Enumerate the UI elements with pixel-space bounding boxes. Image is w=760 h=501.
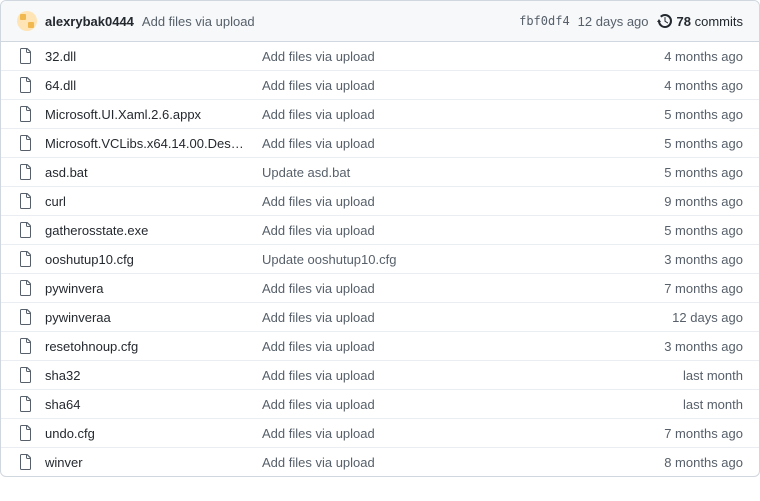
file-name-link[interactable]: Microsoft.VCLibs.x64.14.00.Desktop.a... <box>45 136 250 151</box>
file-age: 5 months ago <box>664 165 743 180</box>
commit-age: 12 days ago <box>578 14 649 29</box>
commits-link[interactable]: 78 commits <box>657 13 743 29</box>
file-name-link[interactable]: 64.dll <box>45 78 250 93</box>
avatar[interactable] <box>17 11 37 31</box>
table-row: 32.dll Add files via upload 4 months ago <box>1 42 759 70</box>
file-icon <box>17 280 33 296</box>
file-commit-message[interactable]: Add files via upload <box>262 426 652 441</box>
file-name-link[interactable]: pywinveraa <box>45 310 250 325</box>
history-icon <box>657 13 673 29</box>
file-icon <box>17 367 33 383</box>
file-name-link[interactable]: asd.bat <box>45 165 250 180</box>
file-age: 12 days ago <box>672 310 743 325</box>
file-commit-message[interactable]: Add files via upload <box>262 368 671 383</box>
commit-message-link[interactable]: Add files via upload <box>142 14 255 29</box>
table-row: gatherosstate.exe Add files via upload 5 m… <box>1 215 759 244</box>
file-list-panel: alexrybak0444 Add files via upload fbf0d… <box>0 0 760 477</box>
table-row: sha64 Add files via upload last month <box>1 389 759 418</box>
table-row: Microsoft.UI.Xaml.2.6.appx Add files via … <box>1 99 759 128</box>
file-name-link[interactable]: Microsoft.UI.Xaml.2.6.appx <box>45 107 250 122</box>
file-name-link[interactable]: undo.cfg <box>45 426 250 441</box>
file-commit-message[interactable]: Add files via upload <box>262 223 652 238</box>
table-row: curl Add files via upload 9 months ago <box>1 186 759 215</box>
table-row: 64.dll Add files via upload 4 months ago <box>1 70 759 99</box>
file-age: 4 months ago <box>664 49 743 64</box>
file-rows: 32.dllAdd files via upload4 months ago64… <box>1 42 759 476</box>
table-row: winver Add files via upload 8 months ago <box>1 447 759 476</box>
author-link[interactable]: alexrybak0444 <box>45 14 134 29</box>
file-commit-message[interactable]: Add files via upload <box>262 455 652 470</box>
file-icon <box>17 425 33 441</box>
table-row: resetohnoup.cfg Add files via upload 3 mon… <box>1 331 759 360</box>
file-age: 9 months ago <box>664 194 743 209</box>
table-row: ooshutup10.cfg Update ooshutup10.cfg 3 mon… <box>1 244 759 273</box>
file-name-link[interactable]: sha32 <box>45 368 250 383</box>
file-commit-message[interactable]: Add files via upload <box>262 339 652 354</box>
file-age: 7 months ago <box>664 426 743 441</box>
file-icon <box>17 222 33 238</box>
file-age: 7 months ago <box>664 281 743 296</box>
file-name-link[interactable]: winver <box>45 455 250 470</box>
commits-label: commits <box>695 14 743 29</box>
file-age: 5 months ago <box>664 136 743 151</box>
file-name-link[interactable]: ooshutup10.cfg <box>45 252 250 267</box>
file-name-link[interactable]: curl <box>45 194 250 209</box>
file-name-link[interactable]: 32.dll <box>45 49 250 64</box>
table-row: undo.cfg Add files via upload 7 months ago <box>1 418 759 447</box>
file-icon <box>17 164 33 180</box>
file-commit-message[interactable]: Add files via upload <box>262 310 660 325</box>
file-icon <box>17 48 33 64</box>
file-age: 4 months ago <box>664 78 743 93</box>
file-icon <box>17 454 33 470</box>
file-commit-message[interactable]: Add files via upload <box>262 78 652 93</box>
file-commit-message[interactable]: Add files via upload <box>262 397 671 412</box>
file-age: 3 months ago <box>664 339 743 354</box>
file-commit-message[interactable]: Update ooshutup10.cfg <box>262 252 652 267</box>
file-commit-message[interactable]: Update asd.bat <box>262 165 652 180</box>
file-commit-message[interactable]: Add files via upload <box>262 281 652 296</box>
file-icon <box>17 251 33 267</box>
file-name-link[interactable]: resetohnoup.cfg <box>45 339 250 354</box>
file-age: 5 months ago <box>664 107 743 122</box>
file-icon <box>17 338 33 354</box>
file-commit-message[interactable]: Add files via upload <box>262 194 652 209</box>
commit-sha-link[interactable]: fbf0df4 <box>519 14 570 28</box>
file-name-link[interactable]: pywinvera <box>45 281 250 296</box>
file-name-link[interactable]: sha64 <box>45 397 250 412</box>
latest-commit-header: alexrybak0444 Add files via upload fbf0d… <box>1 1 759 42</box>
file-age: 8 months ago <box>664 455 743 470</box>
file-age: last month <box>683 397 743 412</box>
file-icon <box>17 77 33 93</box>
file-age: last month <box>683 368 743 383</box>
file-name-link[interactable]: gatherosstate.exe <box>45 223 250 238</box>
file-icon <box>17 396 33 412</box>
file-age: 5 months ago <box>664 223 743 238</box>
file-age: 3 months ago <box>664 252 743 267</box>
table-row: Microsoft.VCLibs.x64.14.00.Desktop.a... A… <box>1 128 759 157</box>
file-icon <box>17 135 33 151</box>
file-icon <box>17 309 33 325</box>
file-icon <box>17 193 33 209</box>
commits-count: 78 <box>677 14 691 29</box>
file-commit-message[interactable]: Add files via upload <box>262 107 652 122</box>
table-row: pywinveraa Add files via upload 12 days ag… <box>1 302 759 331</box>
table-row: sha32 Add files via upload last month <box>1 360 759 389</box>
table-row: asd.bat Update asd.bat 5 months ago <box>1 157 759 186</box>
file-icon <box>17 106 33 122</box>
table-row: pywinvera Add files via upload 7 months ag… <box>1 273 759 302</box>
file-commit-message[interactable]: Add files via upload <box>262 49 652 64</box>
file-commit-message[interactable]: Add files via upload <box>262 136 652 151</box>
